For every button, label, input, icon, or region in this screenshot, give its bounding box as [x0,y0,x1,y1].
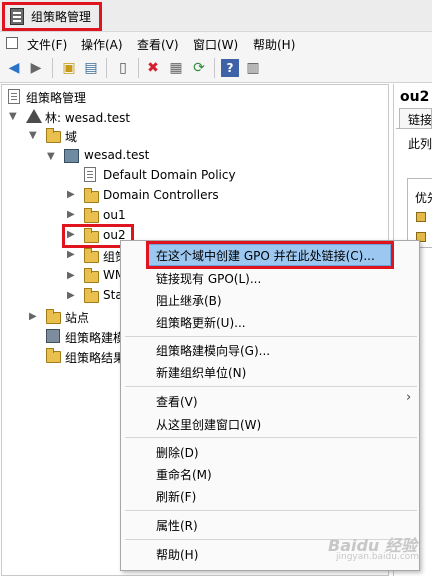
menu-help[interactable]: 帮助(H) [156,546,198,563]
expand-arrow-icon[interactable]: ▶ [67,290,75,301]
watermark-url: jingyan.baidu.com [336,552,420,562]
menu-link-existing-gpo[interactable]: 链接现有 GPO(L)... [156,270,261,287]
modeling-icon [46,329,60,343]
toolbar-separator [138,58,139,78]
menu-view[interactable]: 查看(V) [137,36,179,53]
show-pane-icon[interactable]: ▥ [244,59,262,77]
delete-icon[interactable]: ✖ [144,59,162,77]
expand-arrow-icon[interactable]: ▶ [67,189,75,200]
menu-separator [125,510,417,511]
folder-icon [46,128,61,143]
sites-folder-icon [46,309,61,324]
menu-window[interactable]: 窗口(W) [193,36,238,53]
tree-forest[interactable]: 林: wesad.test [45,109,130,126]
system-menu-icon[interactable] [6,37,18,49]
tree-results[interactable]: 组策略结果 [65,349,125,366]
ou-folder-icon [84,188,99,203]
menu-new-ou[interactable]: 新建组织单位(N) [156,364,246,381]
menu-view[interactable]: 查看(V) [156,393,198,410]
menu-file[interactable]: 文件(F) [27,36,67,53]
tree-domain[interactable]: wesad.test [84,148,149,162]
tree-item-domain-controllers[interactable]: Domain Controllers [103,188,219,202]
tree-domains[interactable]: 域 [65,128,77,145]
expand-arrow-icon[interactable]: ▶ [67,270,75,281]
menu-create-gpo-and-link[interactable]: 在这个域中创建 GPO 并在此处链接(C)... [156,247,375,264]
tree-root[interactable]: 组策略管理 [26,89,86,106]
toolbar-separator [106,58,107,78]
show-hide-tree-icon[interactable]: ▤ [82,59,100,77]
tree-item-default-domain-policy[interactable]: Default Domain Policy [103,168,236,182]
gpmc-root-icon [8,89,20,104]
back-icon[interactable]: ◀ [5,59,23,77]
menu-new-window-from-here[interactable]: 从这里创建窗口(W) [156,416,261,433]
menu-help[interactable]: 帮助(H) [253,36,295,53]
tree-modeling[interactable]: 组策略建模 [65,329,125,346]
refresh-icon[interactable]: ⟳ [190,59,208,77]
ou-folder-icon [84,208,99,223]
menu-delete[interactable]: 删除(D) [156,444,199,461]
title-highlight-box [2,2,102,31]
menu-refresh[interactable]: 刷新(F) [156,488,196,505]
menu-rename[interactable]: 重命名(M) [156,466,212,483]
tree-item-ou1[interactable]: ou1 [103,208,126,222]
submenu-arrow-icon: › [406,390,412,405]
expand-arrow-icon[interactable]: ▼ [9,111,17,122]
forest-icon [26,109,42,123]
menu-separator [125,386,417,387]
menu-block-inheritance[interactable]: 阻止继承(B) [156,292,222,309]
clipboard-icon[interactable]: ▯ [114,59,132,77]
results-icon [46,348,61,363]
column-order-header[interactable]: 优先 [415,189,432,206]
expand-arrow-icon[interactable]: ▶ [67,209,75,220]
up-folder-icon[interactable]: ▣ [60,59,78,77]
domain-icon [64,149,79,163]
menu-action[interactable]: 操作(A) [81,36,123,53]
expand-arrow-icon[interactable]: ▼ [29,130,37,141]
tab-underline [396,128,432,129]
folder-icon [84,248,99,263]
gpo-link-icon [84,167,96,182]
expand-arrow-icon[interactable]: ▶ [29,311,37,322]
details-title: ou2 [400,89,430,105]
menu-gp-update[interactable]: 组策略更新(U)... [156,314,246,331]
menu-modeling-wizard[interactable]: 组策略建模向导(G)... [156,342,270,359]
menu-separator [125,437,417,438]
gpo-link-icon [416,212,426,222]
properties-icon[interactable]: ▦ [167,59,185,77]
folder-icon [84,268,99,283]
tree-sites[interactable]: 站点 [65,309,89,326]
forward-icon[interactable]: ▶ [27,59,45,77]
toolbar-separator [214,58,215,78]
menu-properties[interactable]: 属性(R) [156,517,198,534]
details-description: 此列 [408,137,432,151]
folder-icon [84,288,99,303]
expand-arrow-icon[interactable]: ▶ [67,249,75,260]
tab-linked-gpos[interactable]: 链接的 [399,108,432,128]
help-icon[interactable]: ? [221,59,239,77]
menu-separator [125,336,417,337]
expand-arrow-icon[interactable]: ▼ [47,151,55,162]
toolbar-separator [52,58,53,78]
